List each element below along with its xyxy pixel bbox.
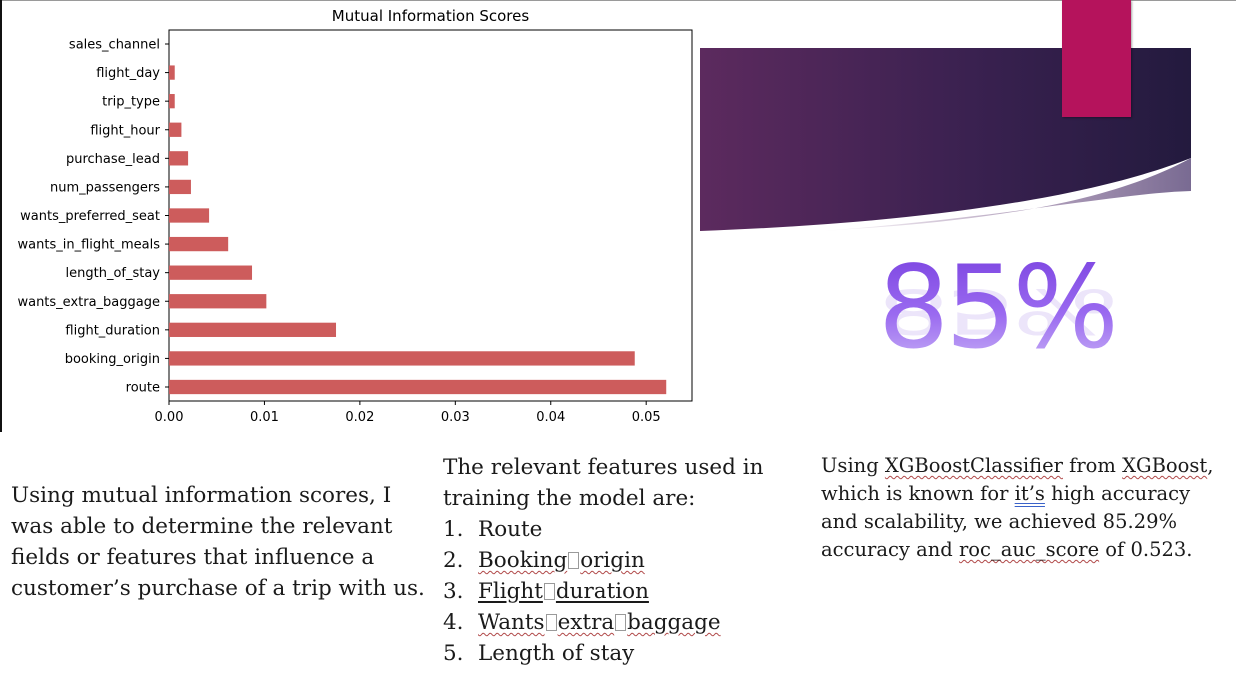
bar-route	[169, 379, 667, 395]
bar-wants-in-flight-meals	[169, 236, 229, 252]
plot-frame	[168, 29, 693, 402]
feature-item: 2. Booking origin	[443, 545, 773, 576]
bar-trip-type	[169, 94, 175, 109]
x-tick-label: 0.01	[250, 410, 279, 425]
feature-number: 5.	[443, 641, 464, 666]
features-intro: The relevant features used in training t…	[443, 455, 764, 511]
y-tick-label-wants-preferred-seat: wants_preferred_seat	[20, 209, 160, 224]
y-tick-label-flight-hour: flight_hour	[90, 123, 160, 138]
metric-name: roc_auc_score	[958, 538, 1100, 561]
feature-list: 1. Route 2. Booking origin 3. Flight duration 4.…	[443, 514, 773, 669]
classifier-name: XGBoostClassifier	[884, 454, 1063, 477]
accent-tab	[1062, 0, 1131, 117]
y-tick-label-wants-extra-baggage: wants_extra_baggage	[17, 295, 160, 310]
feature-label: Flight duration	[478, 579, 649, 604]
x-tick-label: 0.00	[155, 410, 184, 425]
y-tick-label-wants-in-flight-meals: wants_in_flight_meals	[18, 238, 161, 253]
y-tick-label-flight-duration: flight_duration	[65, 323, 160, 338]
y-tick-label-booking-origin: booking_origin	[65, 352, 160, 367]
y-tick-label-sales-channel: sales_channel	[69, 38, 160, 53]
feature-label: Length of stay	[478, 641, 635, 666]
missing-glyph-box	[543, 583, 555, 600]
result-prefix: Using	[821, 454, 885, 477]
missing-glyph-box	[568, 552, 580, 569]
bar-wants-extra-baggage	[169, 294, 267, 309]
features-section: The relevant features used in training t…	[443, 452, 773, 669]
library-name: XGBoost	[1122, 454, 1208, 477]
feature-number: 1.	[443, 517, 464, 542]
y-tick-label-length-of-stay: length_of_stay	[66, 266, 161, 281]
result-mid1: from	[1062, 454, 1123, 477]
y-tick-label-trip-type: trip_type	[102, 95, 160, 110]
mutual-info-paragraph: Using mutual information scores, I was a…	[11, 483, 425, 601]
model-result-paragraph: Using XGBoostClassifier from XGBoost, wh…	[821, 452, 1221, 564]
x-tick-label: 0.04	[536, 410, 565, 425]
bar-purchase-lead	[169, 151, 189, 166]
x-tick-label: 0.05	[632, 410, 661, 425]
grammar-flagged-word: it’s	[1014, 482, 1045, 505]
bar-wants-preferred-seat	[169, 208, 210, 223]
x-tick-label: 0.02	[345, 410, 374, 425]
feature-number: 4.	[443, 610, 464, 635]
x-tick-label: 0.03	[441, 410, 470, 425]
y-tick-label-route: route	[126, 381, 160, 396]
y-tick-label-purchase-lead: purchase_lead	[66, 152, 160, 167]
y-tick-label-flight-day: flight_day	[96, 66, 160, 81]
feature-item: 3. Flight duration	[443, 576, 773, 607]
feature-label: Route	[478, 517, 543, 542]
feature-label: Wants extra baggage	[478, 610, 721, 635]
feature-item: 5. Length of stay	[443, 638, 773, 669]
feature-item: 4. Wants extra baggage	[443, 607, 773, 638]
y-tick-label-num-passengers: num_passengers	[50, 180, 160, 195]
bar-flight-day	[169, 65, 175, 80]
feature-number: 3.	[443, 579, 464, 604]
bar-booking-origin	[169, 351, 635, 366]
result-suffix: of 0.523.	[1099, 538, 1193, 561]
feature-number: 2.	[443, 548, 464, 573]
feature-item: 1. Route	[443, 514, 773, 545]
missing-glyph-box	[615, 614, 627, 631]
bar-length-of-stay	[169, 265, 253, 280]
bar-num-passengers	[169, 179, 191, 195]
missing-glyph-box	[545, 614, 557, 631]
accuracy-percent-text: 85%	[878, 241, 1119, 375]
chart-title: Mutual Information Scores	[332, 7, 530, 25]
bar-flight-duration	[169, 322, 337, 337]
mutual-information-chart: Mutual Information Scores sales_channelf…	[17, 7, 693, 425]
accuracy-85-percent-graphic: 85% 85%	[878, 247, 1119, 428]
bar-flight-hour	[169, 122, 182, 137]
feature-label: Booking origin	[478, 548, 645, 573]
